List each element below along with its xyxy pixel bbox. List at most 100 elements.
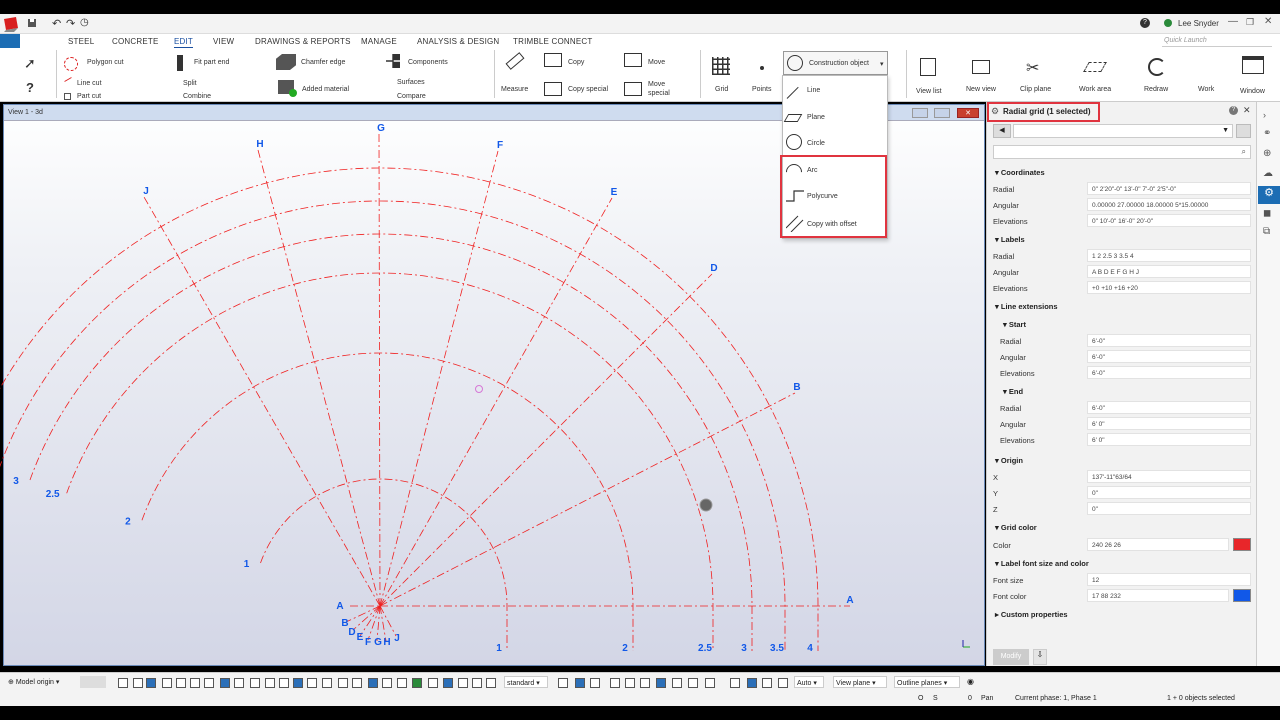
user-name[interactable]: Lee Snyder bbox=[1178, 19, 1219, 28]
toolbar-tool-icon[interactable] bbox=[575, 678, 585, 688]
grid-color-swatch[interactable] bbox=[1233, 538, 1251, 551]
toolbar-tool-icon[interactable] bbox=[250, 678, 260, 688]
end-elev-field[interactable]: 6' 0" bbox=[1087, 433, 1251, 446]
toolbar-tool-icon[interactable] bbox=[762, 678, 772, 688]
start-radial-field[interactable]: 6'-0" bbox=[1087, 334, 1251, 347]
end-angular-field[interactable]: 6' 0" bbox=[1087, 417, 1251, 430]
toolbar-tool-icon[interactable] bbox=[625, 678, 635, 688]
view-plane-select[interactable]: View plane ▾ bbox=[833, 676, 887, 688]
grid-handle[interactable] bbox=[475, 385, 483, 393]
end-radial-field[interactable]: 6'-0" bbox=[1087, 401, 1251, 414]
toolbar-tool-icon[interactable] bbox=[778, 678, 788, 688]
radial-field[interactable]: 0" 2'20"-0" 13'-0" 7'-0" 2'5"-0" bbox=[1087, 182, 1251, 195]
toolbar-tool-icon[interactable] bbox=[307, 678, 317, 688]
dropdown-line[interactable]: Line bbox=[807, 87, 820, 94]
globe-icon[interactable]: ⊕ bbox=[1263, 148, 1271, 159]
cloud-icon[interactable]: ☁ bbox=[1263, 168, 1273, 179]
close-button[interactable]: ✕ bbox=[1264, 16, 1272, 27]
section-labels[interactable]: ▾ Labels bbox=[995, 235, 1025, 244]
label-elev-field[interactable]: +0 +10 +16 +20 bbox=[1087, 281, 1251, 294]
properties-tab-icon[interactable]: ⚙ bbox=[1258, 186, 1280, 204]
section-custom[interactable]: ▸ Custom properties bbox=[995, 610, 1068, 619]
toolbar-tool-icon[interactable] bbox=[486, 678, 496, 688]
section-label-font[interactable]: ▾ Label font size and color bbox=[995, 559, 1089, 568]
snap-toggle[interactable] bbox=[80, 676, 106, 688]
section-grid-color[interactable]: ▾ Grid color bbox=[995, 523, 1037, 532]
panel-close-icon[interactable]: ✕ bbox=[1243, 105, 1251, 116]
redraw-button[interactable]: Redraw bbox=[1144, 86, 1168, 93]
color-field[interactable]: 240 26 26 bbox=[1087, 538, 1229, 551]
toolbar-tool-icon[interactable] bbox=[234, 678, 244, 688]
elevations-field[interactable]: 0" 10'-0" 16'-0" 20'-0" bbox=[1087, 214, 1251, 227]
section-start[interactable]: ▾ Start bbox=[1003, 320, 1026, 329]
x-field[interactable]: 137'-11"63/64 bbox=[1087, 470, 1251, 483]
outline-planes-select[interactable]: Outline planes ▾ bbox=[894, 676, 960, 688]
standard-select[interactable]: standard ▾ bbox=[504, 676, 548, 688]
toolbar-tool-icon[interactable] bbox=[338, 678, 348, 688]
maximize-button[interactable]: ❐ bbox=[1246, 17, 1254, 28]
connect-icon[interactable]: ⚭ bbox=[1263, 128, 1271, 139]
toolbar-tool-icon[interactable] bbox=[279, 678, 289, 688]
angular-field[interactable]: 0.00000 27.00000 18.00000 5*15.00000 bbox=[1087, 198, 1251, 211]
toolbar-tool-icon[interactable] bbox=[352, 678, 362, 688]
auto-select[interactable]: Auto ▾ bbox=[794, 676, 824, 688]
save-preset-button[interactable] bbox=[1236, 124, 1251, 138]
toolbar-tool-icon[interactable] bbox=[162, 678, 172, 688]
toolbar-tool-icon[interactable] bbox=[368, 678, 378, 688]
y-field[interactable]: 0" bbox=[1087, 486, 1251, 499]
toolbar-tool-icon[interactable] bbox=[590, 678, 600, 688]
panel-search-input[interactable]: ⌕ bbox=[993, 145, 1251, 159]
work-area-button[interactable]: Work area bbox=[1079, 86, 1111, 93]
toolbar-tool-icon[interactable] bbox=[730, 678, 740, 688]
toolbar-tool-icon[interactable] bbox=[412, 678, 422, 688]
modify-button[interactable]: Modify bbox=[993, 649, 1029, 665]
cube-icon[interactable]: ◼ bbox=[1263, 208, 1271, 219]
toolbar-tool-icon[interactable] bbox=[705, 678, 715, 688]
toolbar-tool-icon[interactable] bbox=[688, 678, 698, 688]
toolbar-tool-icon[interactable] bbox=[443, 678, 453, 688]
toolbar-tool-icon[interactable] bbox=[747, 678, 757, 688]
toolbar-tool-icon[interactable] bbox=[428, 678, 438, 688]
z-field[interactable]: 0" bbox=[1087, 502, 1251, 515]
font-size-field[interactable]: 12 bbox=[1087, 573, 1251, 586]
toolbar-tool-icon[interactable] bbox=[322, 678, 332, 688]
model-origin-dropdown[interactable]: ⊕ Model origin ▾ bbox=[8, 678, 59, 686]
section-line-ext[interactable]: ▾ Line extensions bbox=[995, 302, 1058, 311]
toolbar-tool-icon[interactable] bbox=[472, 678, 482, 688]
section-origin[interactable]: ▾ Origin bbox=[995, 456, 1023, 465]
toolbar-tool-icon[interactable] bbox=[672, 678, 682, 688]
label-angular-field[interactable]: A B D E F G H J bbox=[1087, 265, 1251, 278]
snap-icon[interactable] bbox=[699, 498, 713, 512]
toolbar-tool-icon[interactable] bbox=[558, 678, 568, 688]
start-elev-field[interactable]: 6'-0" bbox=[1087, 366, 1251, 379]
expand-icon[interactable]: › bbox=[1263, 110, 1266, 120]
preset-select[interactable]: ▼ bbox=[1013, 124, 1233, 138]
toolbar-tool-icon[interactable] bbox=[220, 678, 230, 688]
toolbar-tool-icon[interactable] bbox=[458, 678, 468, 688]
toolbar-tool-icon[interactable] bbox=[176, 678, 186, 688]
toolbar-tool-icon[interactable] bbox=[146, 678, 156, 688]
section-end[interactable]: ▾ End bbox=[1003, 387, 1023, 396]
label-radial-field[interactable]: 1 2 2.5 3 3.5 4 bbox=[1087, 249, 1251, 262]
help-icon[interactable]: ? bbox=[1140, 18, 1150, 28]
toolbar-tool-icon[interactable] bbox=[190, 678, 200, 688]
toolbar-tool-icon[interactable] bbox=[265, 678, 275, 688]
toolbar-tool-icon[interactable] bbox=[118, 678, 128, 688]
dropdown-circle[interactable]: Circle bbox=[807, 140, 825, 147]
dropdown-plane[interactable]: Plane bbox=[807, 114, 825, 121]
parts-icon[interactable]: ⧉ bbox=[1263, 226, 1270, 237]
toolbar-tool-icon[interactable] bbox=[382, 678, 392, 688]
start-angular-field[interactable]: 6'-0" bbox=[1087, 350, 1251, 363]
section-coordinates[interactable]: ▾ Coordinates bbox=[995, 168, 1045, 177]
eye-icon[interactable]: ◉ bbox=[967, 677, 974, 686]
quick-launch-input[interactable]: Quick Launch bbox=[1162, 35, 1272, 47]
toolbar-tool-icon[interactable] bbox=[640, 678, 650, 688]
toolbar-tool-icon[interactable] bbox=[293, 678, 303, 688]
toolbar-tool-icon[interactable] bbox=[133, 678, 143, 688]
work-button[interactable]: Work bbox=[1198, 86, 1214, 93]
toolbar-tool-icon[interactable] bbox=[656, 678, 666, 688]
toolbar-tool-icon[interactable] bbox=[397, 678, 407, 688]
window-button[interactable]: Window bbox=[1240, 88, 1265, 95]
font-color-field[interactable]: 17 88 232 bbox=[1087, 589, 1229, 602]
toolbar-tool-icon[interactable] bbox=[610, 678, 620, 688]
